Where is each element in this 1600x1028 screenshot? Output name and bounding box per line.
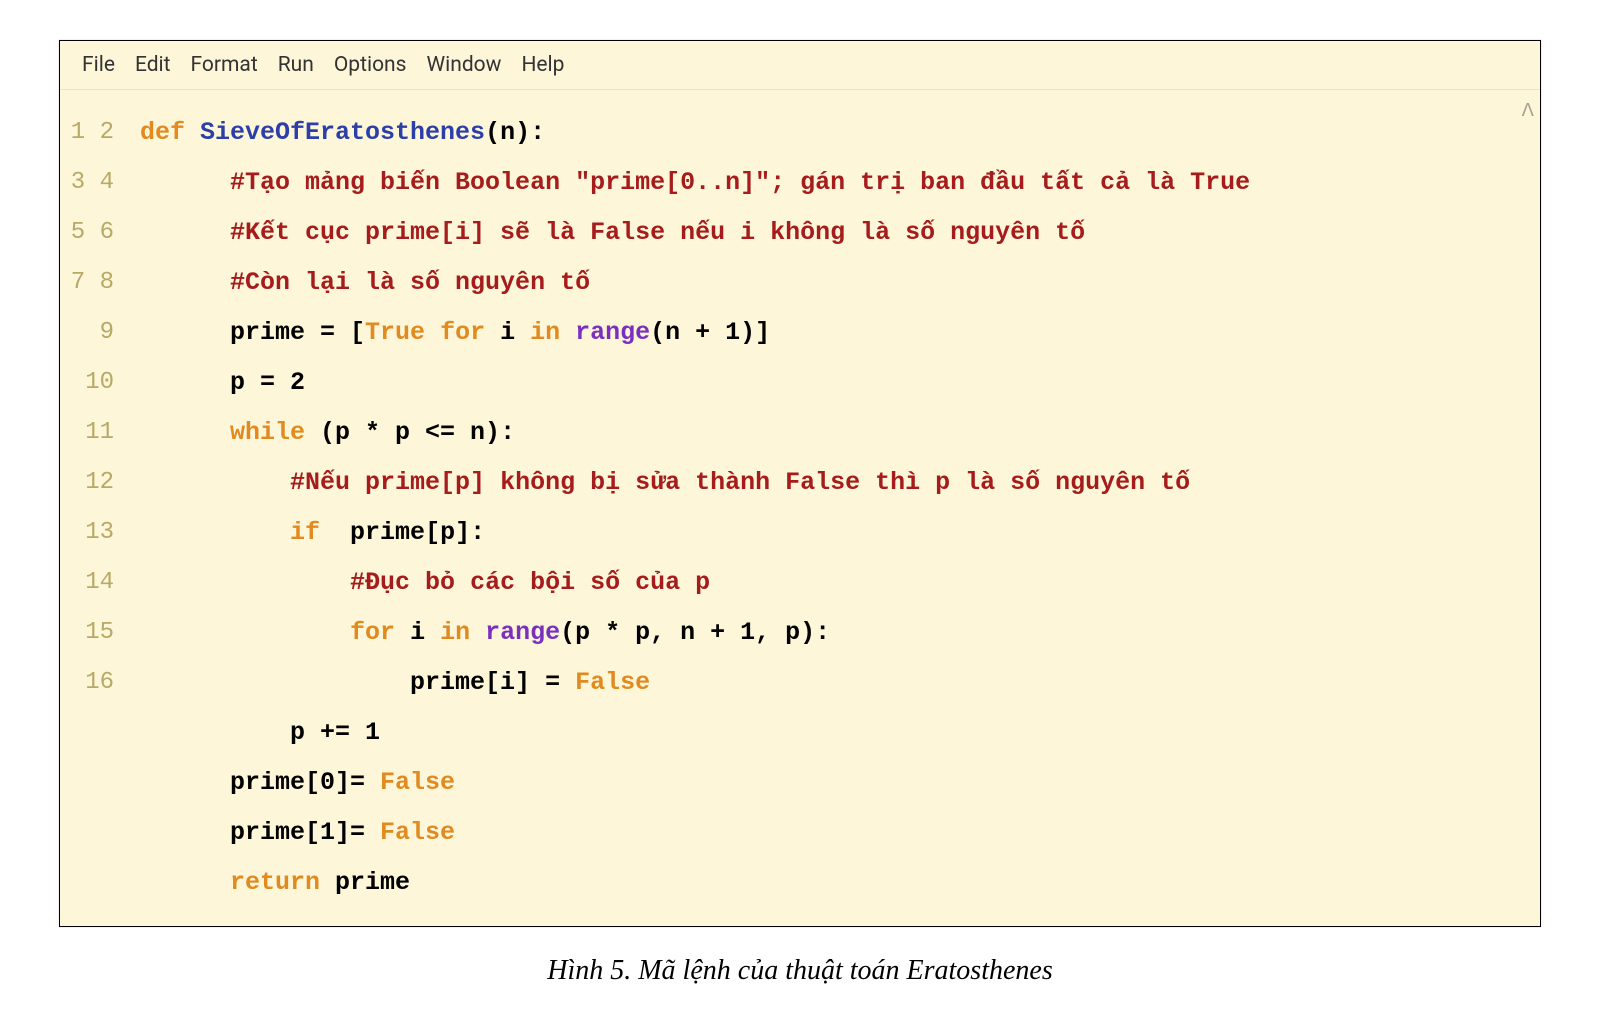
code-token: prime bbox=[320, 868, 410, 897]
code-token: (p * p, n + 1, p): bbox=[560, 618, 830, 647]
menu-run[interactable]: Run bbox=[268, 49, 324, 81]
code-token bbox=[140, 618, 350, 647]
code-token: (p * p <= n): bbox=[305, 418, 515, 447]
code-area: 1 2 3 4 5 6 7 8 9 10 11 12 13 14 15 16 d… bbox=[60, 90, 1540, 926]
code-token: SieveOfEratosthenes bbox=[200, 118, 485, 147]
code-token: i bbox=[395, 618, 440, 647]
code-token bbox=[425, 318, 440, 347]
code-token: #Nếu prime[p] không bị sửa thành False t… bbox=[290, 468, 1190, 497]
code-token: prime[0]= bbox=[140, 768, 380, 797]
menu-help[interactable]: Help bbox=[511, 49, 574, 81]
code-token: i bbox=[485, 318, 530, 347]
code-token: False bbox=[380, 818, 455, 847]
menu-options[interactable]: Options bbox=[324, 49, 417, 81]
code-token bbox=[470, 618, 485, 647]
code-token: False bbox=[380, 768, 455, 797]
code-token: in bbox=[440, 618, 470, 647]
code-token: (n): bbox=[485, 118, 545, 147]
code-token: #Còn lại là số nguyên tố bbox=[230, 268, 590, 297]
figure-caption: Hình 5. Mã lệnh của thuật toán Eratosthe… bbox=[40, 955, 1560, 987]
code-token bbox=[140, 218, 230, 247]
code-token bbox=[140, 418, 230, 447]
code-token: prime[p]: bbox=[320, 518, 485, 547]
code-token: prime = [ bbox=[140, 318, 365, 347]
menu-bar: FileEditFormatRunOptionsWindowHelp bbox=[60, 41, 1540, 90]
menu-edit[interactable]: Edit bbox=[125, 49, 181, 81]
code-token: return bbox=[230, 868, 320, 897]
code-token bbox=[140, 168, 230, 197]
line-number-gutter: 1 2 3 4 5 6 7 8 9 10 11 12 13 14 15 16 bbox=[60, 90, 122, 926]
code-token bbox=[140, 268, 230, 297]
code-token bbox=[140, 568, 350, 597]
code-token: prime[1]= bbox=[140, 818, 380, 847]
code-token: if bbox=[290, 518, 320, 547]
menu-file[interactable]: File bbox=[72, 49, 125, 81]
scroll-up-icon[interactable]: ᐱ bbox=[1522, 100, 1534, 121]
code-token: p += 1 bbox=[140, 718, 380, 747]
code-token: for bbox=[440, 318, 485, 347]
code-editor-window: FileEditFormatRunOptionsWindowHelp 1 2 3… bbox=[59, 40, 1541, 927]
code-token: prime[i] = bbox=[140, 668, 575, 697]
menu-format[interactable]: Format bbox=[181, 49, 268, 81]
code-token bbox=[140, 518, 290, 547]
code-token bbox=[140, 468, 290, 497]
code-token: def bbox=[140, 118, 200, 147]
code-token: range bbox=[575, 318, 650, 347]
menu-window[interactable]: Window bbox=[417, 49, 512, 81]
code-token: in bbox=[530, 318, 560, 347]
code-token bbox=[140, 868, 230, 897]
code-token bbox=[560, 318, 575, 347]
code-content[interactable]: def SieveOfEratosthenes(n): #Tạo mảng bi… bbox=[122, 90, 1540, 926]
code-token: for bbox=[350, 618, 395, 647]
code-token: (n + 1)] bbox=[650, 318, 770, 347]
code-token: #Tạo mảng biến Boolean "prime[0..n]"; gá… bbox=[230, 168, 1250, 197]
code-token: while bbox=[230, 418, 305, 447]
code-token: range bbox=[485, 618, 560, 647]
code-token: #Đục bỏ các bội số của p bbox=[350, 568, 710, 597]
code-token: p = 2 bbox=[140, 368, 305, 397]
code-token: #Kết cục prime[i] sẽ là False nếu i khôn… bbox=[230, 218, 1085, 247]
code-token: False bbox=[575, 668, 650, 697]
code-token: True bbox=[365, 318, 425, 347]
